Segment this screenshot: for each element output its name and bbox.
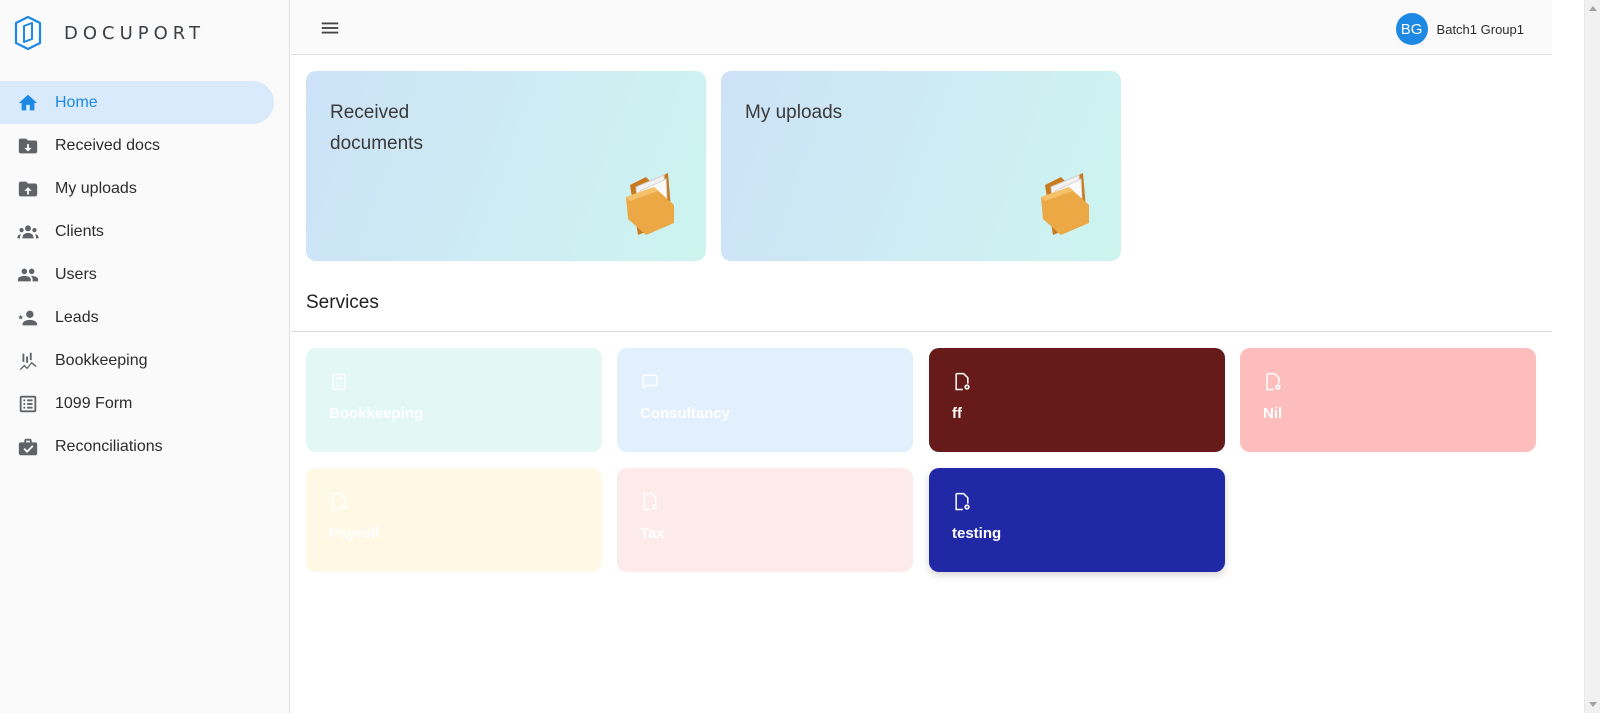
chart-icon [16,349,40,373]
service-label: Bookkeeping [329,405,424,422]
briefcase-check-icon [16,435,40,459]
service-card-payroll[interactable]: Payroll [306,468,602,572]
sidebar-item-leads[interactable]: Leads [0,296,274,339]
sidebar-item-users[interactable]: Users [0,253,274,296]
folder-icon [626,173,674,235]
page-scrollbar[interactable] [1584,0,1600,713]
service-card-nil[interactable]: Nil [1240,348,1536,452]
folder-download-icon [16,134,40,158]
file-settings-icon [1266,372,1281,391]
service-card-ff[interactable]: ff [929,348,1225,452]
service-label: Consultancy [640,405,731,422]
service-card-consultancy[interactable]: Consultancy [617,348,913,452]
sidebar-item-label: Users [55,265,97,283]
calculator-icon [332,373,346,391]
person-star-icon [16,306,40,330]
sidebar-item-home[interactable]: Home [0,81,274,124]
sidebar-item-label: Leads [55,308,99,326]
folder-icon [1041,173,1089,235]
service-label: Nil [1263,405,1283,422]
services-title: Services [306,292,379,313]
file-settings-icon [955,492,970,511]
sidebar-item-label: Received docs [55,136,160,154]
service-label: testing [952,525,1002,542]
file-settings-icon [332,492,347,511]
sidebar-nav: Home Received docs My uploads Clients Us… [0,81,290,468]
my-uploads-card[interactable]: My uploads [721,71,1121,261]
sidebar-item-bookkeeping[interactable]: Bookkeeping [0,339,274,382]
docuport-logo-icon [14,15,42,51]
service-label: Payroll [329,525,380,542]
sidebar: DOCUPORT Home Received docs My uploads C… [0,0,290,713]
service-label: ff [952,405,962,422]
sidebar-item-label: Reconciliations [55,437,163,455]
chat-icon [642,374,658,389]
scroll-up-icon[interactable] [1589,6,1597,11]
folder-upload-icon [16,177,40,201]
brand-name: DOCUPORT [64,22,205,44]
groups-icon [16,220,40,244]
file-settings-icon [643,492,658,511]
sidebar-item-1099-form[interactable]: 1099 Form [0,382,274,425]
user-menu[interactable]: BG Batch1 Group1 [1395,13,1524,45]
sidebar-item-label: Home [55,93,98,111]
brand-logo[interactable]: DOCUPORT [14,15,205,51]
service-card-bookkeeping[interactable]: Bookkeeping [306,348,602,452]
list-form-icon [16,392,40,416]
hamburger-menu-icon[interactable] [317,16,343,40]
service-card-tax[interactable]: Tax [617,468,913,572]
sidebar-item-label: Clients [55,222,104,240]
card-title: My uploads [745,102,843,123]
top-header: BG Batch1 Group1 [291,0,1552,55]
sidebar-item-clients[interactable]: Clients [0,210,274,253]
sidebar-item-my-uploads[interactable]: My uploads [0,167,274,210]
people-icon [16,263,40,287]
divider [291,331,1552,332]
sidebar-item-label: Bookkeeping [55,351,148,369]
sidebar-item-label: 1099 Form [55,394,133,412]
sidebar-item-label: My uploads [55,179,137,197]
sidebar-item-received-docs[interactable]: Received docs [0,124,274,167]
service-card-testing[interactable]: testing [929,468,1225,572]
file-settings-icon [955,372,970,391]
card-title: Received documents [330,102,423,154]
service-label: Tax [640,525,665,542]
scroll-down-icon[interactable] [1589,702,1597,707]
home-icon [16,91,40,115]
avatar: BG [1395,13,1428,45]
user-name: Batch1 Group1 [1436,21,1524,37]
received-documents-card[interactable]: Received documents [306,71,706,261]
sidebar-item-reconciliations[interactable]: Reconciliations [0,425,274,468]
